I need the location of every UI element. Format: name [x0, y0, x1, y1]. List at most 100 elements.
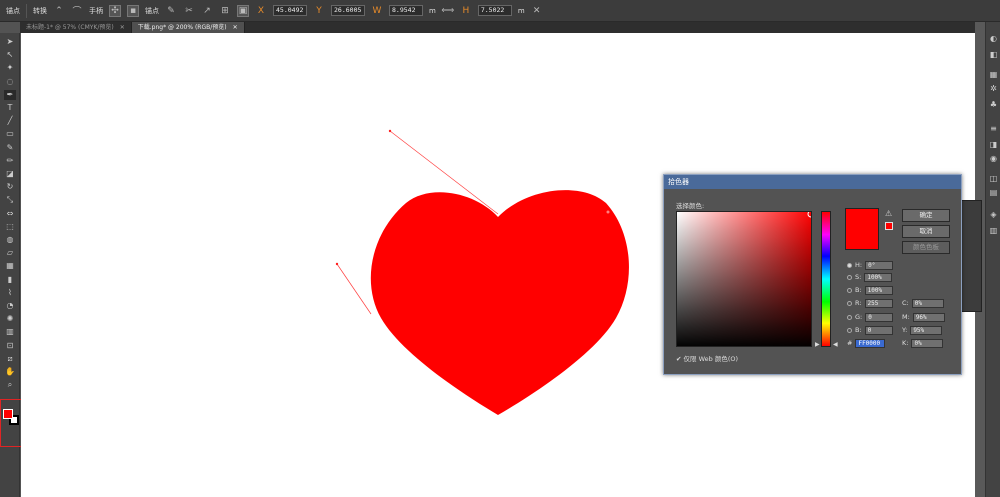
- tab-download-png[interactable]: 下载.png* @ 200% (RGB/预览) ✕: [131, 22, 245, 33]
- column-graph-icon[interactable]: ▥: [4, 327, 16, 337]
- black-label: K:: [902, 339, 909, 347]
- width-input[interactable]: 8.9542: [389, 5, 423, 16]
- saturation-input[interactable]: 100%: [864, 272, 893, 282]
- mesh-icon[interactable]: ▦: [4, 261, 16, 271]
- pen-icon[interactable]: ✒: [4, 89, 16, 100]
- direct-selection-icon[interactable]: ↖: [4, 50, 16, 60]
- stroke-icon[interactable]: ≡: [988, 124, 999, 134]
- x-input[interactable]: 45.0492: [273, 5, 307, 16]
- x-coordinate-icon: X: [257, 5, 265, 16]
- close-icon[interactable]: ✕: [120, 22, 125, 33]
- handle-point[interactable]: [388, 129, 392, 133]
- cancel-button[interactable]: 取消: [902, 225, 950, 238]
- handle-label: 手柄: [89, 6, 103, 15]
- show-handles-icon[interactable]: ✣: [109, 4, 121, 17]
- convert-smooth-icon[interactable]: ⌒: [71, 5, 83, 17]
- isolate-icon[interactable]: ▣: [237, 4, 249, 17]
- pencil-icon[interactable]: ✏: [4, 156, 16, 166]
- hue-input[interactable]: 0°: [865, 260, 894, 270]
- lasso-icon[interactable]: ◌: [4, 77, 16, 87]
- magenta-row: M: 96%: [902, 312, 945, 322]
- hand-icon[interactable]: ✋: [4, 367, 16, 377]
- gradient-icon[interactable]: ◨: [988, 140, 999, 150]
- anchor-point[interactable]: [606, 210, 610, 214]
- color-field[interactable]: [676, 211, 812, 347]
- rectangle-icon[interactable]: ▭: [4, 129, 16, 139]
- red-radio[interactable]: [847, 300, 852, 306]
- out-of-gamut-warning-icon[interactable]: ⚠: [885, 209, 892, 218]
- selection-icon[interactable]: ➤: [4, 37, 16, 47]
- blend-icon[interactable]: ◔: [4, 301, 16, 311]
- artboards-icon[interactable]: ▥: [988, 226, 999, 236]
- type-icon[interactable]: T: [4, 103, 16, 113]
- brushes-icon[interactable]: ✲: [988, 84, 999, 94]
- hue-slider-right-arrow[interactable]: ◀: [833, 341, 838, 348]
- appearance-icon[interactable]: ◫: [988, 174, 999, 184]
- link-proportions-icon[interactable]: ⟺: [441, 5, 454, 17]
- eraser-icon[interactable]: ◪: [4, 169, 16, 179]
- color-swatches-button[interactable]: 颜色色板: [902, 241, 950, 254]
- align-icon[interactable]: ⊞: [219, 5, 231, 17]
- color-picker-dialog: 拾色器 选择颜色: ▶ ◀ ⚠ 确定 取消 颜色色板 H: 0° S: 100%…: [663, 174, 962, 375]
- eyedropper-icon[interactable]: ⌇: [4, 288, 16, 298]
- y-input[interactable]: 26.6005: [331, 5, 365, 16]
- slice-icon[interactable]: ⧄: [4, 354, 16, 364]
- hue-radio[interactable]: [847, 262, 852, 268]
- saturation-radio[interactable]: [847, 274, 852, 280]
- handle-point[interactable]: [335, 262, 339, 266]
- control-bar: 锚点 转换 ⌃ ⌒ 手柄 ✣ ▪ 锚点 ✎ ✂ ↗ ⊞ ▣ X 45.0492 …: [0, 0, 1000, 22]
- hex-input[interactable]: FF0000: [855, 338, 886, 348]
- hide-handles-icon[interactable]: ▪: [127, 4, 139, 17]
- cut-path-icon[interactable]: ✂: [183, 5, 195, 17]
- hue-slider[interactable]: [821, 211, 831, 347]
- free-transform-icon[interactable]: ⬚: [4, 222, 16, 232]
- cyan-input[interactable]: 0%: [911, 298, 944, 308]
- magenta-input[interactable]: 96%: [912, 312, 945, 322]
- color-icon[interactable]: ◐: [988, 34, 999, 44]
- blue-row: B: 0: [847, 325, 893, 335]
- yellow-label: Y:: [902, 326, 908, 334]
- height-input[interactable]: 7.5022: [477, 5, 512, 16]
- yellow-input[interactable]: 95%: [910, 325, 943, 335]
- green-input[interactable]: 0: [865, 312, 894, 322]
- gradient-icon[interactable]: ▮: [4, 275, 16, 285]
- magic-wand-icon[interactable]: ✦: [4, 63, 16, 73]
- web-only-checkbox[interactable]: ✔ 仅限 Web 颜色(O): [676, 353, 738, 363]
- ok-button[interactable]: 确定: [902, 209, 950, 222]
- artboard-icon[interactable]: ⊡: [4, 341, 16, 351]
- fill-swatch[interactable]: [3, 409, 13, 419]
- layers-icon[interactable]: ◈: [988, 210, 999, 220]
- blue-radio[interactable]: [847, 327, 852, 333]
- connect-icon[interactable]: ↗: [201, 5, 213, 17]
- heart-shape[interactable]: [370, 190, 629, 415]
- swatches-icon[interactable]: ▦: [988, 70, 999, 80]
- cyan-row: C: 0%: [902, 298, 944, 308]
- hue-slider-left-arrow[interactable]: ▶: [815, 341, 820, 348]
- brightness-radio[interactable]: [847, 287, 852, 293]
- zoom-icon[interactable]: ⌕: [4, 380, 16, 390]
- transparency-icon[interactable]: ◉: [988, 154, 999, 164]
- remove-anchor-icon[interactable]: ✎: [165, 5, 177, 17]
- shape-builder-icon[interactable]: ◍: [4, 235, 16, 245]
- scale-icon[interactable]: ⤡: [4, 195, 16, 205]
- symbol-sprayer-icon[interactable]: ✺: [4, 314, 16, 324]
- line-icon[interactable]: ╱: [4, 116, 16, 126]
- black-input[interactable]: 0%: [911, 338, 944, 348]
- rotate-icon[interactable]: ↻: [4, 182, 16, 192]
- red-input[interactable]: 255: [864, 298, 893, 308]
- web-safe-swatch[interactable]: [885, 222, 893, 230]
- brightness-input[interactable]: 100%: [864, 285, 893, 295]
- perspective-icon[interactable]: ▱: [4, 248, 16, 258]
- transform-icon[interactable]: ✕: [531, 5, 543, 17]
- color-guide-icon[interactable]: ◧: [988, 50, 999, 60]
- close-icon[interactable]: ✕: [233, 22, 238, 33]
- convert-corner-icon[interactable]: ⌃: [53, 5, 65, 17]
- tab-untitled[interactable]: 未标题-1* @ 57% (CMYK/预览) ✕: [20, 22, 132, 33]
- green-radio[interactable]: [847, 314, 852, 320]
- width-icon[interactable]: ⇔: [4, 209, 16, 219]
- black-row: K: 0%: [902, 338, 944, 348]
- graphic-styles-icon[interactable]: ▤: [988, 188, 999, 198]
- symbols-icon[interactable]: ♣: [988, 100, 999, 110]
- blue-input[interactable]: 0: [864, 325, 893, 335]
- paintbrush-icon[interactable]: ✎: [4, 143, 16, 153]
